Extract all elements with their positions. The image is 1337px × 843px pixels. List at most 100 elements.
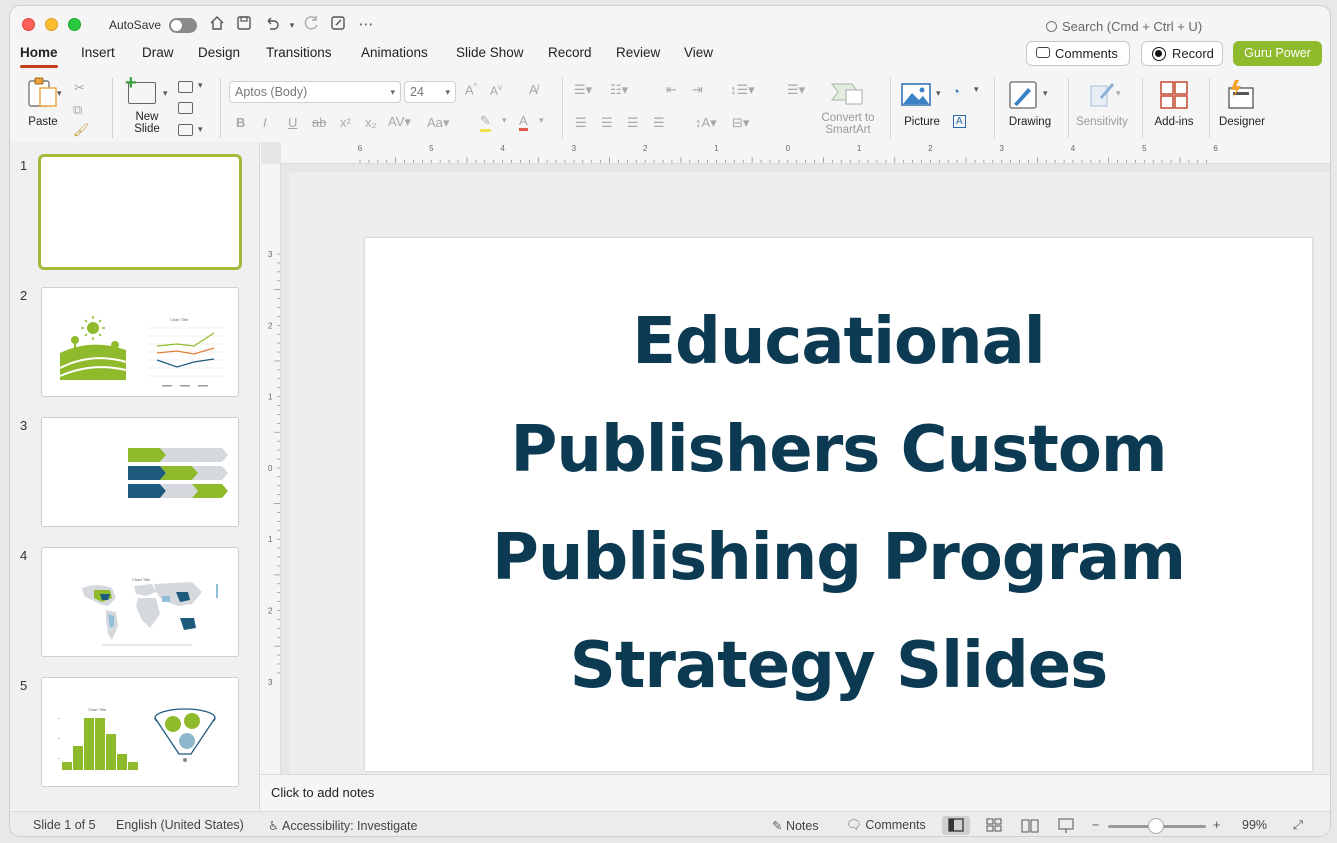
- shapes-chevron-icon[interactable]: ▾: [974, 84, 979, 95]
- clear-formatting-icon[interactable]: A̸: [529, 82, 538, 97]
- tab-design[interactable]: Design: [198, 45, 240, 60]
- current-slide[interactable]: Educational Publishers Custom Publishing…: [365, 238, 1312, 771]
- picture-chevron-icon[interactable]: ▾: [936, 88, 941, 99]
- align-right-icon[interactable]: ☰: [627, 115, 639, 131]
- new-slide-chevron-icon[interactable]: ▾: [163, 88, 168, 99]
- drawing-chevron-icon[interactable]: ▾: [1043, 88, 1048, 99]
- columns-icon[interactable]: ☰▾: [787, 82, 805, 98]
- slide-title-textbox[interactable]: Educational Publishers Custom Publishing…: [445, 288, 1232, 720]
- section-icon[interactable]: [178, 124, 193, 136]
- slide-thumbnail-1[interactable]: [38, 154, 242, 270]
- guru-power-button[interactable]: Guru Power: [1233, 41, 1322, 66]
- change-case-icon[interactable]: Aa▾: [427, 115, 449, 131]
- language-status[interactable]: English (United States): [116, 818, 244, 832]
- notes-pane[interactable]: Click to add notes: [261, 774, 1330, 810]
- decrease-indent-icon[interactable]: ⇤: [666, 82, 677, 98]
- zoom-level[interactable]: 99%: [1242, 818, 1267, 832]
- zoom-in-icon[interactable]: +: [1213, 818, 1220, 832]
- minimize-window-button[interactable]: [45, 18, 58, 31]
- tab-view[interactable]: View: [684, 45, 713, 60]
- shapes-icon[interactable]: ◔: [952, 84, 960, 99]
- text-direction-icon[interactable]: ↕A▾: [695, 115, 717, 131]
- tab-insert[interactable]: Insert: [81, 45, 115, 60]
- comments-button[interactable]: Comments: [1026, 41, 1130, 66]
- highlight-icon[interactable]: ✎: [480, 113, 491, 132]
- slide-thumbnail-4[interactable]: Chart Title: [41, 547, 239, 657]
- slide-thumbnail-2[interactable]: Chart Title: [41, 287, 239, 397]
- subscript-icon[interactable]: x₂: [365, 115, 377, 130]
- new-slide-button[interactable]: + New Slide: [125, 72, 169, 138]
- section-chevron-icon[interactable]: ▾: [198, 124, 203, 135]
- drawing-button[interactable]: Drawing: [1004, 78, 1056, 138]
- format-painter-icon[interactable]: 🖌: [73, 122, 90, 138]
- reading-view-button[interactable]: [1016, 816, 1044, 835]
- customize-toolbar-icon[interactable]: [328, 15, 348, 35]
- add-ins-button[interactable]: Add-ins: [1150, 78, 1198, 138]
- strikethrough-icon[interactable]: ab: [312, 115, 326, 130]
- tab-home[interactable]: Home: [20, 45, 58, 68]
- slide-canvas[interactable]: Educational Publishers Custom Publishing…: [289, 172, 1330, 774]
- increase-font-size-icon[interactable]: A^: [465, 82, 477, 97]
- normal-view-button[interactable]: [942, 816, 970, 835]
- tab-transitions[interactable]: Transitions: [266, 45, 332, 60]
- zoom-slider-handle[interactable]: [1148, 818, 1164, 834]
- notes-toggle[interactable]: ✎ Notes: [772, 818, 819, 833]
- undo-icon[interactable]: [262, 15, 282, 35]
- font-name-select[interactable]: Aptos (Body) ▾: [229, 81, 401, 103]
- numbering-icon[interactable]: ☷▾: [610, 82, 628, 98]
- record-button[interactable]: Record: [1141, 41, 1223, 66]
- zoom-out-icon[interactable]: −: [1092, 818, 1099, 832]
- layout-chevron-icon[interactable]: ▾: [198, 80, 203, 91]
- zoom-window-button[interactable]: [68, 18, 81, 31]
- reset-slide-icon[interactable]: [178, 102, 193, 114]
- redo-icon[interactable]: [302, 15, 322, 35]
- text-box-icon[interactable]: A: [953, 115, 966, 128]
- align-center-icon[interactable]: ☰: [601, 115, 613, 131]
- home-icon[interactable]: [207, 15, 227, 35]
- tab-record[interactable]: Record: [548, 45, 592, 60]
- sensitivity-chevron-icon[interactable]: ▾: [1116, 88, 1121, 99]
- more-options-icon[interactable]: ⋯: [356, 15, 376, 35]
- save-icon[interactable]: [234, 15, 254, 35]
- superscript-icon[interactable]: x²: [340, 115, 351, 130]
- tab-animations[interactable]: Animations: [361, 45, 428, 60]
- highlight-chevron-icon[interactable]: ▾: [502, 115, 507, 126]
- cut-icon[interactable]: ✂: [74, 80, 85, 96]
- tab-review[interactable]: Review: [616, 45, 660, 60]
- font-size-select[interactable]: 24 ▾: [404, 81, 456, 103]
- tab-slide-show[interactable]: Slide Show: [456, 45, 524, 60]
- underline-icon[interactable]: U: [288, 115, 297, 130]
- font-color-chevron-icon[interactable]: ▾: [539, 115, 544, 126]
- increase-indent-icon[interactable]: ⇥: [692, 82, 703, 98]
- bullets-icon[interactable]: ☰▾: [574, 82, 592, 98]
- convert-to-smartart-button[interactable]: Convert to SmartArt: [816, 78, 880, 138]
- sensitivity-button[interactable]: Sensitivity: [1070, 78, 1134, 138]
- copy-icon[interactable]: ⧉: [73, 102, 82, 118]
- autosave-toggle[interactable]: [169, 18, 197, 33]
- paste-button[interactable]: Paste: [24, 76, 64, 132]
- slide-thumbnail-3[interactable]: [41, 417, 239, 527]
- bold-icon[interactable]: B: [236, 115, 245, 130]
- designer-button[interactable]: Designer: [1216, 78, 1268, 138]
- close-window-button[interactable]: [22, 18, 35, 31]
- picture-button[interactable]: Picture: [898, 78, 946, 138]
- character-spacing-icon[interactable]: AV▾: [388, 114, 411, 130]
- font-color-icon[interactable]: A: [519, 113, 528, 131]
- undo-dropdown-chevron-icon[interactable]: ▾: [282, 15, 302, 35]
- align-left-icon[interactable]: ☰: [575, 115, 587, 131]
- layout-icon[interactable]: [178, 81, 193, 93]
- accessibility-status[interactable]: ♿︎ Accessibility: Investigate: [268, 818, 417, 833]
- italic-icon[interactable]: I: [263, 115, 267, 130]
- decrease-font-size-icon[interactable]: Av: [490, 83, 502, 98]
- slide-thumbnail-panel[interactable]: 1 2 Chart Title 3 4 Chart Title 5 Chart …: [10, 142, 260, 810]
- justify-icon[interactable]: ☰: [653, 115, 665, 131]
- paste-chevron-icon[interactable]: ▾: [57, 88, 62, 99]
- slide-sorter-view-button[interactable]: [980, 816, 1008, 835]
- slide-thumbnail-5[interactable]: Chart Title: [41, 677, 239, 787]
- tab-draw[interactable]: Draw: [142, 45, 174, 60]
- line-spacing-icon[interactable]: ↕☰▾: [730, 82, 755, 98]
- align-text-icon[interactable]: ⊟▾: [732, 115, 749, 131]
- fit-to-window-icon[interactable]: ⤢: [1293, 818, 1303, 833]
- search-box[interactable]: Search (Cmd + Ctrl + U): [1046, 19, 1202, 34]
- slide-show-view-button[interactable]: [1052, 816, 1080, 835]
